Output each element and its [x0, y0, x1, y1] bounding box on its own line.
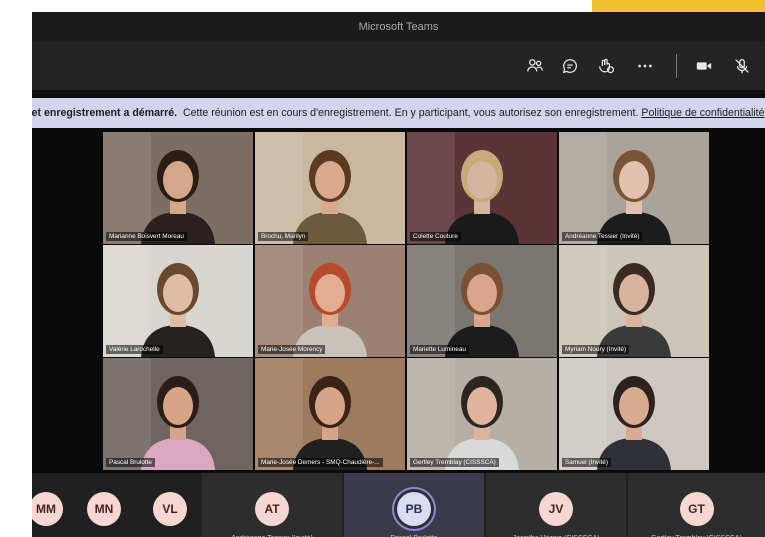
privacy-policy-link[interactable]: Politique de confidentialité [641, 107, 764, 119]
participant-name: Colette Couture [410, 232, 461, 241]
chat-button[interactable] [554, 42, 586, 90]
video-tile[interactable]: Andréanne Tessier (Invité) [559, 132, 709, 244]
video-tile[interactable]: Pascal Brulotte [103, 358, 253, 470]
video-tile[interactable]: Brochu, Marilyn [255, 132, 405, 244]
participant-tray: MM MN VL ATAndréanne Tessier (Invité)PBPasc… [32, 473, 765, 537]
avatar: PB [397, 492, 431, 526]
video-tile[interactable]: Marie-Josée Morency [255, 245, 405, 357]
avatar: VL [153, 492, 187, 526]
recording-banner-text: Cette réunion est en cours d'enregistrem… [182, 107, 639, 119]
video-tile[interactable]: Colette Couture [407, 132, 557, 244]
avatar: MM [32, 492, 63, 526]
people-button[interactable] [519, 42, 551, 90]
avatar: JV [539, 492, 573, 526]
more-button[interactable] [629, 42, 661, 90]
tray-participant[interactable]: MN [80, 473, 128, 537]
camera-icon [696, 62, 712, 70]
accent-tab [592, 0, 765, 12]
video-tile[interactable]: Myriam Noury (Invité) [559, 245, 709, 357]
participant-video [255, 132, 405, 244]
tray-participant[interactable]: ATAndréanne Tessier (Invité) [202, 473, 342, 537]
avatar: AT [255, 492, 289, 526]
tray-participant[interactable]: GTGertley Tremblay (CISSSCA) [628, 473, 765, 537]
participant-video [559, 358, 709, 470]
title-bar: Microsoft Teams [32, 12, 765, 42]
meeting-toolbar [32, 42, 765, 90]
recording-banner: Cet enregistrement a démarré. Cette réun… [32, 98, 765, 128]
avatar: GT [679, 492, 714, 526]
video-grid: Marianne Boisvert Moreau Brochu, Marilyn C… [103, 132, 710, 470]
participant-video [407, 358, 557, 470]
participant-name: Valérie Larochelle [106, 345, 163, 354]
chat-icon [562, 59, 578, 74]
video-tile[interactable]: Marie-Josée Demers - SMQ-Chaudière-... [255, 358, 405, 470]
participant-video [407, 132, 557, 244]
tray-participant[interactable]: PBPascal Brulotte [344, 473, 484, 537]
participant-video [103, 358, 253, 470]
toolbar-separator [676, 54, 677, 78]
camera-button[interactable] [688, 42, 720, 90]
participant-name: Marie-Josée Morency [258, 345, 326, 354]
video-tile[interactable]: Mariette Lumineau [407, 245, 557, 357]
participant-name: Brochu, Marilyn [258, 232, 309, 241]
participant-name: Andréanne Tessier (Invité) [562, 232, 643, 241]
more-icon [638, 64, 652, 68]
participant-name: Marianne Boisvert Moreau [106, 232, 187, 241]
participant-name: Marie-Josée Demers - SMQ-Chaudière-... [258, 458, 383, 467]
reactions-icon [599, 58, 615, 74]
video-tile[interactable]: Samuel (Invité) [559, 358, 709, 470]
video-tile[interactable]: Marianne Boisvert Moreau [103, 132, 253, 244]
participant-video [103, 132, 253, 244]
video-tile[interactable]: Valérie Larochelle [103, 245, 253, 357]
participant-video [255, 245, 405, 357]
recording-banner-title: Cet enregistrement a démarré. [32, 107, 178, 119]
tray-participant[interactable]: VL [144, 473, 196, 537]
video-tile[interactable]: Gertley Tremblay (CISSSCA) [407, 358, 557, 470]
participant-name: Gertley Tremblay (CISSSCA) [410, 458, 499, 467]
mic-off-icon [735, 59, 749, 74]
video-stage: Marianne Boisvert Moreau Brochu, Marilyn C… [32, 128, 765, 473]
participant-name: Myriam Noury (Invité) [562, 345, 630, 354]
tray-participant[interactable]: MM [32, 473, 70, 537]
participant-name: Samuel (Invité) [562, 458, 611, 467]
participant-video [559, 245, 709, 357]
participant-video [103, 245, 253, 357]
participant-video [407, 245, 557, 357]
participant-video [255, 358, 405, 470]
reactions-button[interactable] [590, 42, 622, 90]
tray-participant[interactable]: JVJacinthe Vézina (CISSSCA) [486, 473, 626, 537]
participant-name: Mariette Lumineau [410, 345, 469, 354]
participant-video [559, 132, 709, 244]
mic-button[interactable] [726, 42, 758, 90]
avatar: MN [87, 492, 121, 526]
participant-name: Pascal Brulotte [106, 458, 155, 467]
window-title: Microsoft Teams [358, 21, 439, 33]
teams-meeting-window: Microsoft Teams Cet enregistrement a dém… [32, 12, 765, 537]
people-icon [527, 59, 543, 72]
